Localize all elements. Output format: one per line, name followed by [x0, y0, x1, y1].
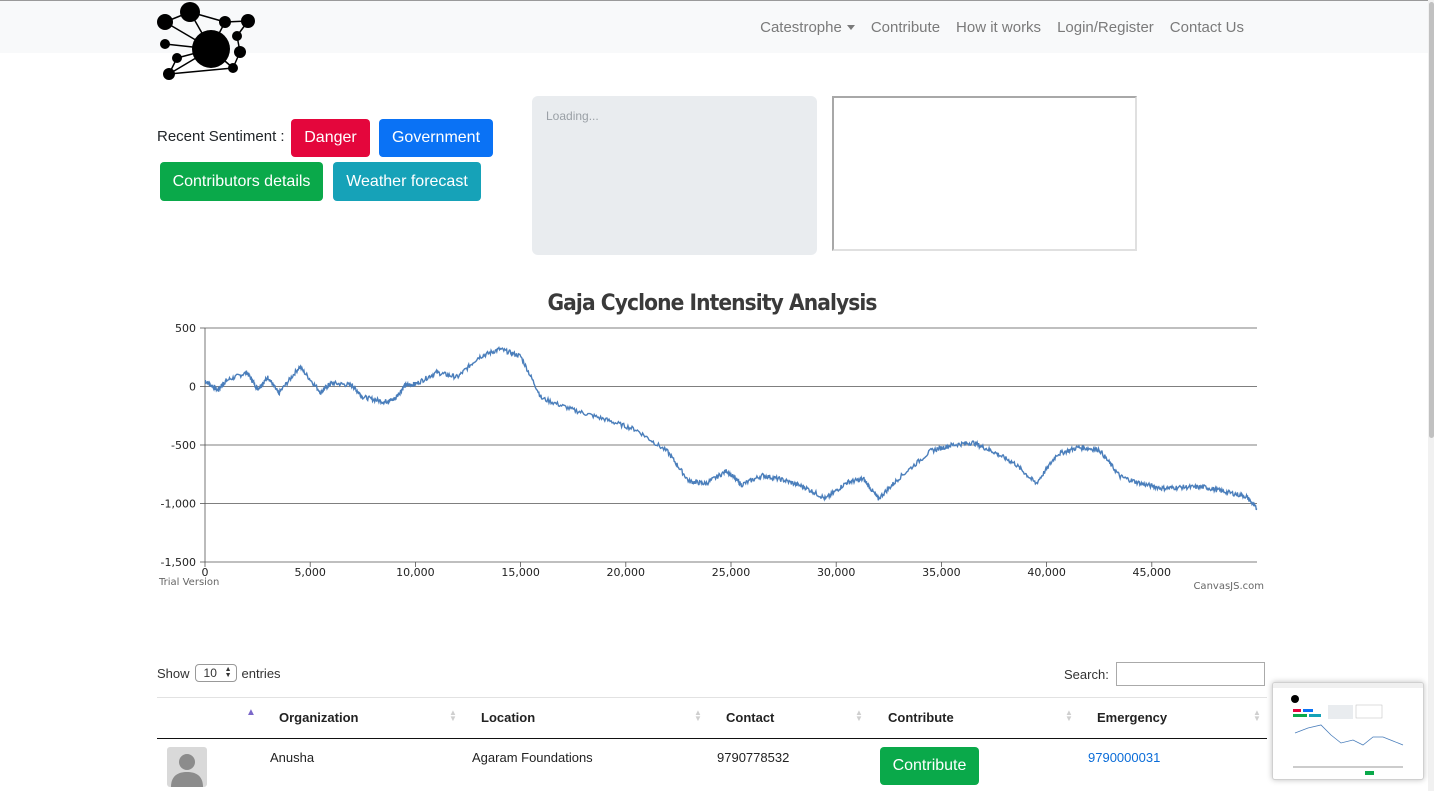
show-entries-control: Show 10 ▲ ▼ entries	[157, 664, 281, 682]
table-header: ▲ Organization ▲ ▼ Location ▲ ▼ Contact ▲ ▼…	[157, 697, 1267, 739]
chart-title: Gaja Cyclone Intensity Analysis	[547, 291, 877, 316]
credit-trial-version: Trial Version	[158, 577, 219, 588]
sort-icon[interactable]: ▲ ▼	[1253, 709, 1261, 723]
government-button[interactable]: Government	[379, 119, 493, 157]
page-scrollbar[interactable]	[1428, 0, 1434, 791]
weather-forecast-button[interactable]: Weather forecast	[333, 162, 481, 201]
avatar-placeholder-icon	[167, 747, 207, 787]
sort-icon[interactable]: ▲ ▼	[694, 709, 702, 723]
nav-links: Catestrophe Contribute How it works Logi…	[752, 19, 1252, 37]
x-tick-label: 15,000	[501, 566, 539, 579]
y-tick-label: 0	[189, 381, 196, 394]
loading-text: Loading...	[546, 109, 599, 123]
network-logo-icon[interactable]	[155, 2, 260, 84]
entries-label: entries	[241, 665, 281, 681]
cell-location: Agaram Foundations	[472, 750, 593, 765]
contribute-button[interactable]: Contribute	[880, 747, 979, 785]
loading-panel: Loading...	[532, 96, 817, 255]
caret-down-icon	[846, 25, 855, 30]
x-tick-label: 25,000	[712, 566, 751, 579]
series-line	[204, 346, 1258, 511]
y-tick-label: -1,000	[161, 498, 196, 511]
nav-contact-us[interactable]: Contact Us	[1162, 19, 1252, 37]
nav-how-it-works[interactable]: How it works	[948, 19, 1049, 37]
credit-canvasjs: CanvasJS.com	[1193, 581, 1264, 592]
nav-catastrophe-label: Catestrophe	[760, 19, 842, 36]
cell-organization: Anusha	[270, 750, 315, 765]
y-tick-label: -500	[171, 439, 196, 452]
search-label: Search:	[1064, 667, 1109, 682]
scrollbar-thumb[interactable]	[1429, 2, 1434, 438]
column-header-location[interactable]: Location	[481, 710, 535, 725]
search-input[interactable]	[1116, 662, 1265, 686]
nav-contribute[interactable]: Contribute	[863, 19, 948, 37]
x-tick-label: 45,000	[1133, 566, 1172, 579]
column-header-organization[interactable]: Organization	[279, 710, 358, 725]
cell-emergency-link[interactable]: 9790000031	[1088, 750, 1160, 765]
show-label: Show	[157, 665, 190, 681]
sort-icon[interactable]: ▲ ▼	[855, 709, 863, 723]
nav-login-register[interactable]: Login/Register	[1049, 19, 1162, 37]
sort-asc-active-icon[interactable]: ▲	[246, 708, 256, 718]
danger-button[interactable]: Danger	[291, 119, 370, 157]
x-tick-label: 5,000	[294, 566, 326, 579]
x-tick-label: 40,000	[1027, 566, 1066, 579]
column-header-contribute[interactable]: Contribute	[888, 710, 954, 725]
y-tick-label: 500	[175, 322, 196, 335]
embedded-frame[interactable]	[832, 96, 1137, 251]
table-row: Anusha Agaram Foundations 9790778532 Con…	[157, 738, 1267, 791]
intensity-line-chart: 5000-500-1,000-1,5000 5,000 10,000 15,000 20…	[158, 322, 1264, 592]
x-tick-label: 10,000	[396, 566, 435, 579]
x-tick-label: 30,000	[817, 566, 856, 579]
entries-select[interactable]: 10 ▲ ▼	[194, 664, 237, 682]
y-tick-label: -1,500	[161, 556, 196, 569]
nav-catastrophe-dropdown[interactable]: Catestrophe	[752, 19, 863, 37]
sort-icon[interactable]: ▲ ▼	[1065, 709, 1073, 723]
select-arrows-icon: ▲ ▼	[224, 666, 232, 679]
x-tick-label: 20,000	[607, 566, 646, 579]
x-tick-label: 35,000	[922, 566, 961, 579]
contributors-details-button[interactable]: Contributors details	[160, 162, 323, 201]
cell-contact: 9790778532	[717, 750, 790, 765]
page-thumbnail-preview[interactable]	[1272, 682, 1424, 780]
entries-select-value: 10	[203, 666, 217, 680]
sort-icon[interactable]: ▲ ▼	[449, 709, 457, 723]
column-header-emergency[interactable]: Emergency	[1097, 710, 1167, 725]
column-header-contact[interactable]: Contact	[726, 710, 774, 725]
recent-sentiment-label: Recent Sentiment :	[157, 128, 285, 145]
